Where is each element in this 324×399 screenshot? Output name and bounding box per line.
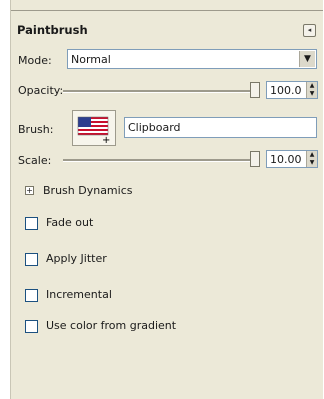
mode-label: Mode: <box>18 54 52 67</box>
incremental-checkbox[interactable] <box>25 289 38 302</box>
panel-top-edge <box>11 0 323 11</box>
brush-label: Brush: <box>18 123 54 136</box>
apply-jitter-checkbox[interactable] <box>25 253 38 266</box>
brush-name-value: Clipboard <box>128 121 181 134</box>
svg-text:+: + <box>102 135 110 145</box>
fade-out-label[interactable]: Fade out <box>46 216 93 229</box>
opacity-label: Opacity: <box>18 84 64 97</box>
scale-slider-thumb[interactable] <box>250 151 260 167</box>
use-color-from-gradient-label[interactable]: Use color from gradient <box>46 319 176 332</box>
incremental-label[interactable]: Incremental <box>46 288 112 301</box>
spin-arrows-icon[interactable]: ▲ ▼ <box>306 82 317 98</box>
chevron-down-icon[interactable]: ▼ <box>299 51 315 67</box>
mode-value: Normal <box>71 53 111 66</box>
opacity-slider-thumb[interactable] <box>250 82 260 98</box>
apply-jitter-label[interactable]: Apply Jitter <box>46 252 107 265</box>
brush-preview-button[interactable]: + <box>72 110 116 146</box>
fade-out-checkbox[interactable] <box>25 217 38 230</box>
opacity-slider-track[interactable] <box>63 90 255 93</box>
us-flag-brush-icon: + <box>77 116 110 146</box>
expander-plus-icon[interactable]: + <box>25 186 34 195</box>
scale-label: Scale: <box>18 154 52 167</box>
scale-value: 10.00 <box>270 153 302 166</box>
mode-select[interactable]: Normal ▼ <box>67 49 317 69</box>
paintbrush-tool-options: Paintbrush ◂ Mode: Normal ▼ Opacity: 100… <box>10 0 323 399</box>
brush-name-field[interactable]: Clipboard <box>124 117 317 138</box>
opacity-spinbox[interactable]: 100.0 ▲ ▼ <box>266 81 318 99</box>
use-color-from-gradient-checkbox[interactable] <box>25 320 38 333</box>
scale-spinbox[interactable]: 10.00 ▲ ▼ <box>266 150 318 168</box>
panel-title: Paintbrush <box>17 23 88 37</box>
brush-dynamics-label[interactable]: Brush Dynamics <box>43 184 132 197</box>
opacity-value: 100.0 <box>270 84 302 97</box>
spin-arrows-icon[interactable]: ▲ ▼ <box>306 151 317 167</box>
scale-slider-track[interactable] <box>63 159 255 162</box>
tab-menu-icon[interactable]: ◂ <box>303 24 316 37</box>
